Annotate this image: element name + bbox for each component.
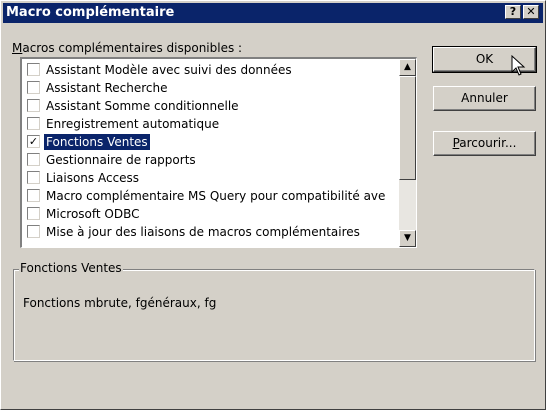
addin-checkbox[interactable] [27,171,40,184]
help-icon: ? [509,5,517,18]
addin-list-item[interactable]: Macro complémentaire MS Query pour compa… [24,187,392,205]
arrow-down-icon: ▼ [404,233,411,243]
description-groupbox [13,269,535,361]
close-icon: ✕ [526,5,536,18]
title-bar[interactable]: Macro complémentaire ? ✕ [3,3,543,23]
addin-checkbox[interactable] [27,225,40,238]
scroll-up-button[interactable]: ▲ [399,59,416,76]
addin-list-item[interactable]: Microsoft ODBC [24,205,392,223]
addin-list-item[interactable]: ✓ Fonctions Ventes [24,133,392,151]
addins-listbox[interactable]: Assistant Modèle avec suivi des données A… [20,57,417,248]
addin-checkbox[interactable]: ✓ [27,135,40,148]
scrollbar-thumb[interactable] [399,76,416,180]
addin-label: Microsoft ODBC [46,207,140,221]
mouse-pointer-icon [511,55,526,76]
addin-label: Macro complémentaire MS Query pour compa… [46,189,386,203]
addin-checkbox[interactable] [27,153,40,166]
addin-list-item[interactable]: Mise à jour des liaisons de macros compl… [24,223,392,241]
addins-items: Assistant Modèle avec suivi des données A… [24,61,392,241]
browse-button[interactable]: Parcourir... [433,131,536,156]
addin-checkbox[interactable] [27,117,40,130]
addin-checkbox[interactable] [27,63,40,76]
arrow-up-icon: ▲ [404,62,411,72]
addin-label: Mise à jour des liaisons de macros compl… [46,225,360,239]
addin-label: Assistant Recherche [46,81,168,95]
addin-label: Assistant Modèle avec suivi des données [46,63,292,77]
addin-list-item[interactable]: Assistant Recherche [24,79,392,97]
vertical-scrollbar[interactable]: ▲ ▼ [399,59,416,247]
addins-list-label: Macros complémentaires disponibles : [12,41,243,55]
addin-checkbox[interactable] [27,207,40,220]
window-title: Macro complémentaire [6,5,175,20]
addin-label: Enregistrement automatique [46,117,220,131]
addin-list-item[interactable]: Gestionnaire de rapports [24,151,392,169]
addins-dialog: Macro complémentaire ? ✕ Macros compléme… [0,0,546,410]
addin-list-item[interactable]: Liaisons Access [24,169,392,187]
addin-checkbox[interactable] [27,189,40,202]
help-button[interactable]: ? [505,5,521,19]
addin-label: Fonctions Ventes [44,134,150,150]
addin-checkbox[interactable] [27,99,40,112]
addin-label: Liaisons Access [46,171,140,185]
addin-list-item[interactable]: Assistant Modèle avec suivi des données [24,61,392,79]
addin-label: Gestionnaire de rapports [46,153,196,167]
addin-list-item[interactable]: Enregistrement automatique [24,115,392,133]
close-button[interactable]: ✕ [523,5,539,19]
description-title: Fonctions Ventes [19,261,123,275]
addin-list-item[interactable]: Assistant Somme conditionnelle [24,97,392,115]
cancel-button[interactable]: Annuler [433,86,536,111]
addin-checkbox[interactable] [27,81,40,94]
description-text: Fonctions mbrute, fgénéraux, fg [23,296,217,310]
scroll-down-button[interactable]: ▼ [399,230,416,247]
addin-label: Assistant Somme conditionnelle [46,99,239,113]
